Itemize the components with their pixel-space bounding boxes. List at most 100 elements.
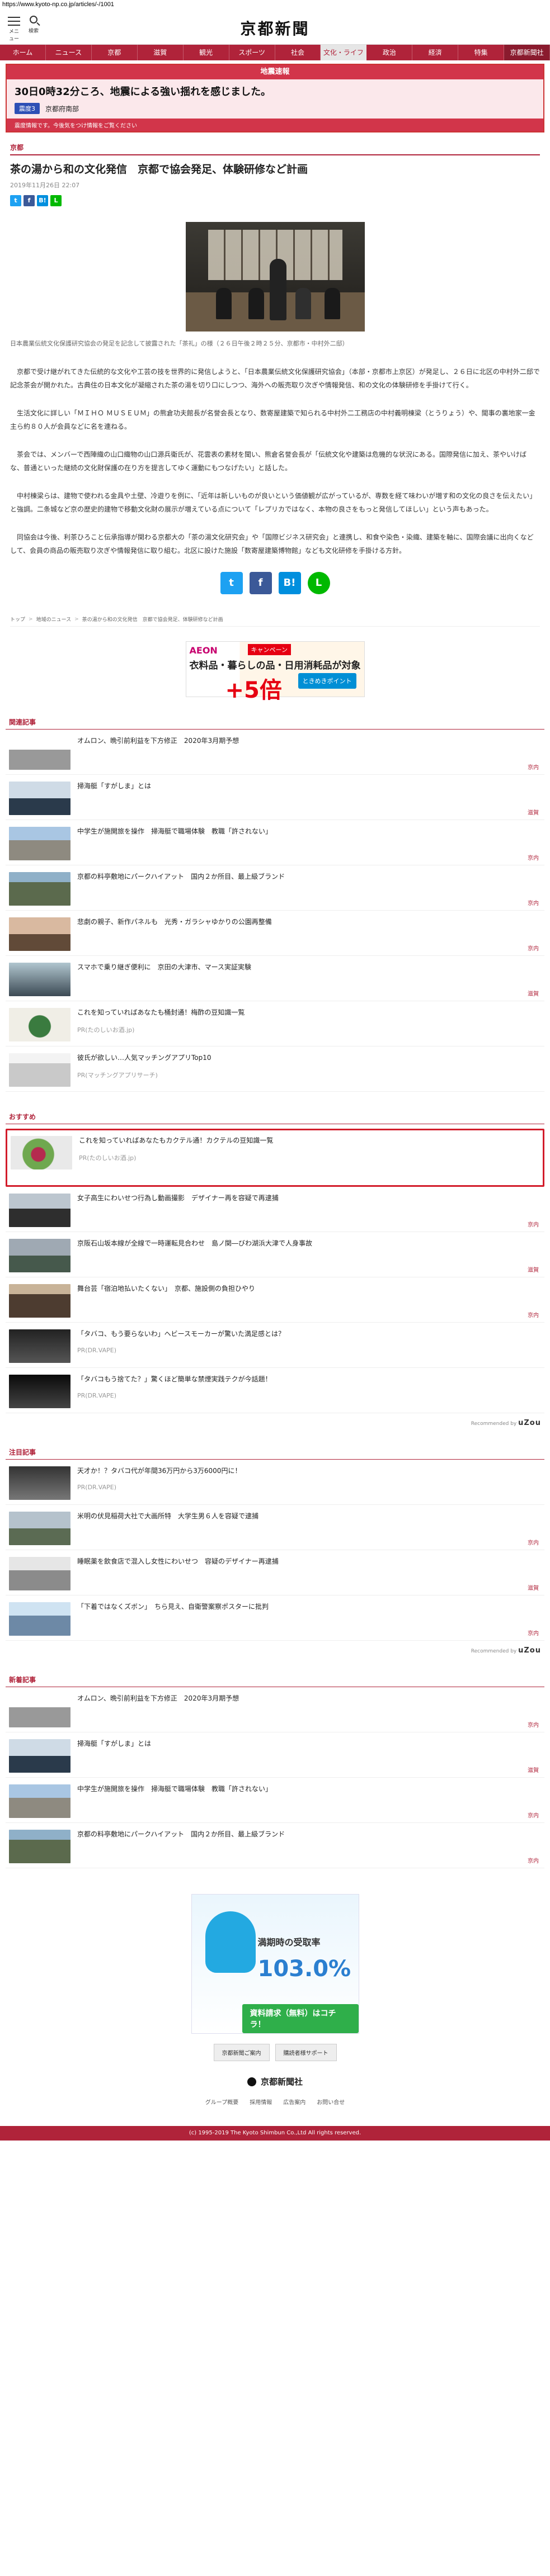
list-item[interactable]: 睡眠薬を飲食店で混入し女性にわいせつ 容疑のデザイナー再逮捕 滋賀 — [6, 1550, 544, 1596]
site-logo[interactable]: 京都新聞 — [0, 17, 550, 39]
item-category: 京内 — [528, 901, 539, 907]
item-title: オムロン、晩引前利益を下方修正 2020年3月期予想 — [77, 1694, 239, 1703]
list-item[interactable]: 中学生が施開旅を操作 掃海艇で職場体験 教職「許されない」 京内 — [6, 1778, 544, 1824]
nav-item-home[interactable]: ホーム — [0, 45, 46, 60]
uzou-logo: uZou — [518, 1419, 541, 1428]
list-item[interactable]: 「タバコもう捨てた？」驚くほど簡単な禁煙実践テクが今話題！ PR(DR.VAPE) — [6, 1368, 544, 1414]
breadcrumb-separator: > — [74, 616, 79, 622]
nav-item-company[interactable]: 京都新聞社 — [504, 45, 550, 60]
thumbnail — [9, 1375, 70, 1409]
thumbnail — [9, 782, 70, 816]
breadcrumb-item[interactable]: トップ — [10, 615, 25, 623]
nav-item-economy[interactable]: 経済 — [412, 45, 459, 60]
list-item[interactable]: これを知っていればあなたも桶封通！梅酢の豆知識一覧 PR(たのしいお酒.jp) — [6, 1001, 544, 1047]
thumbnail — [9, 1053, 70, 1087]
thumbnail — [9, 1557, 70, 1591]
nav-item-sports[interactable]: スポーツ — [229, 45, 275, 60]
item-title: スマホで乗り継ぎ便利に 京田の大津市、マース実証実験 — [77, 963, 252, 972]
twitter-share-button[interactable]: t — [220, 572, 243, 595]
line-share-icon[interactable]: L — [50, 195, 62, 206]
list-item[interactable]: 「タバコ、もう要らないわ」ヘビースモーカーが驚いた満足感とは？ PR(DR.VAP… — [6, 1323, 544, 1368]
list-item[interactable]: 掃海艇「すがしま」とは 滋賀 — [6, 775, 544, 821]
list-item[interactable]: 京阪石山坂本線が全線で一時運転見合わせ 島ノ関―びわ湖浜大津で人身事故 滋賀 — [6, 1232, 544, 1278]
thumbnail — [9, 1239, 70, 1273]
recommended-by[interactable]: Recommended by uZou — [6, 1641, 544, 1655]
related-section: 関連記事 オムロン、晩引前利益を下方修正 2020年3月期予想 京内 掃海艇「すが… — [6, 717, 544, 1092]
list-item[interactable]: 京都の料亭敷地にパークハイアット 国内２か所目、最上級ブランド 京内 — [6, 865, 544, 911]
breaking-meta: 震度3 京都府南部 — [15, 103, 535, 114]
item-category: 京内 — [528, 1858, 539, 1865]
breaking-headline: 30日0時32分ころ、地震による強い揺れを感じました。 — [15, 86, 271, 98]
insurance-ad[interactable]: 満期時の受取率 103.0% 資料請求（無料）はコチラ！ — [191, 1894, 359, 2034]
article-paragraph: 茶会では、メンバーで西陣織の山口織物の山口源兵衛氏が、花雲表の素材を聞い、熊倉名… — [10, 451, 527, 472]
list-item[interactable]: スマホで乗り継ぎ便利に 京田の大津市、マース実証実験 滋賀 — [6, 956, 544, 1002]
list-item[interactable]: オムロン、晩引前利益を下方修正 2020年3月期予想 京内 — [6, 730, 544, 775]
item-title: オムロン、晩引前利益を下方修正 2020年3月期予想 — [77, 737, 239, 745]
recommend-section: おすすめ これを知っていればあなたもカクテル通！カクテルの豆知識一覧 PR(たの… — [6, 1112, 544, 1427]
list-item[interactable]: 京都の料亭敷地にパークハイアット 国内２か所目、最上級ブランド 京内 — [6, 1823, 544, 1869]
thumbnail — [9, 1194, 70, 1228]
breadcrumb-item[interactable]: 地域のニュース — [36, 615, 72, 623]
footer-link[interactable]: 広告案内 — [283, 2097, 305, 2106]
list-item[interactable]: 「下着ではなくズボン」 ちら見え、自衛警案察ポスターに批判 京内 — [6, 1595, 544, 1641]
list-item[interactable]: 舞台芸「宿泊地払いたくない」 京都、施設側の負担ひやり 京内 — [6, 1277, 544, 1323]
breaking-title: 地震速報 — [7, 65, 543, 79]
list-item[interactable]: 女子高生にわいせつ行為し動画撮影 デザイナー再を容疑で再逮捕 京内 — [6, 1187, 544, 1233]
twitter-share-icon[interactable]: t — [10, 195, 21, 206]
footer-link[interactable]: グループ概要 — [205, 2097, 238, 2106]
list-item[interactable]: 彼氏が欲しい…人気マッチングアプリTop10 PR(マッチングアプリサーチ) — [6, 1046, 544, 1092]
highlighted-item[interactable]: これを知っていればあなたもカクテル通！カクテルの豆知識一覧 PR(たのしいお酒.… — [6, 1129, 544, 1187]
footer-logo[interactable]: 京都新聞社 — [0, 2076, 550, 2087]
list-item[interactable]: 中学生が施開旅を操作 掃海艇で職場体験 教職「許されない」 京内 — [6, 820, 544, 866]
breadcrumb-item: 茶の湯から和の文化発信 京都で協会発足、体験研修など計画 — [82, 617, 223, 623]
hatena-share-icon[interactable]: B! — [37, 195, 48, 206]
thumbnail — [9, 1830, 70, 1864]
list-item[interactable]: 天才か！？タバコ代が年間36万円から3万6000円に！ PR(DR.VAPE) — [6, 1460, 544, 1505]
article-date: 2019年11月26日 22:07 — [10, 181, 80, 189]
thumbnail — [9, 1602, 70, 1636]
nav-item-kyoto[interactable]: 京都 — [92, 45, 138, 60]
breaking-news-box[interactable]: 地震速報 30日0時32分ころ、地震による強い揺れを感じました。 震度3 京都府… — [6, 64, 544, 132]
article-title: 茶の湯から和の文化発信 京都で協会発足、体験研修など計画 — [10, 163, 308, 176]
hatena-share-button[interactable]: B! — [278, 572, 301, 595]
item-category: 京内 — [528, 855, 539, 862]
facebook-share-icon[interactable]: f — [23, 195, 35, 206]
nav-item-tourism[interactable]: 観光 — [184, 45, 229, 60]
thumbnail — [9, 827, 70, 861]
nav-item-society[interactable]: 社会 — [275, 45, 321, 60]
support-button[interactable]: 購読者様サポート — [275, 2044, 337, 2062]
item-pr: PR(マッチングアプリサーチ) — [77, 1071, 158, 1079]
thumbnail — [9, 1512, 70, 1546]
footer-link[interactable]: お問い合せ — [317, 2097, 345, 2106]
list-item[interactable]: 悲劇の親子、新作パネルも 光秀・ガラシャゆかりの公園再整備 京内 — [6, 911, 544, 956]
nav-item-features[interactable]: 特集 — [458, 45, 505, 60]
nav-item-news[interactable]: ニュース — [46, 45, 92, 60]
line-share-button[interactable]: L — [307, 572, 330, 595]
list-item[interactable]: 掃海艇「すがしま」とは 滋賀 — [6, 1732, 544, 1778]
nav-item-culture[interactable]: 文化・ライフ — [321, 45, 367, 60]
nav-item-shiga[interactable]: 滋賀 — [138, 45, 184, 60]
nav-item-politics[interactable]: 政治 — [366, 45, 413, 60]
uzou-logo: uZou — [518, 1646, 541, 1655]
thumbnail — [9, 1329, 70, 1363]
aeon-ad-banner[interactable]: AEON キャンペーン 衣料品・暮らしの品・日用消耗品が対象 +5倍 ときめきポ… — [185, 641, 365, 703]
recommended-by[interactable]: Recommended by uZou — [6, 1413, 544, 1427]
item-category: 京内 — [528, 1631, 539, 1637]
item-title: これを知っていればあなたも桶封通！梅酢の豆知識一覧 — [77, 1008, 245, 1017]
item-category: 京内 — [528, 1540, 539, 1547]
ad-rate: 103.0% — [257, 1956, 351, 1982]
facebook-share-button[interactable]: f — [249, 572, 272, 595]
list-item[interactable]: オムロン、晩引前利益を下方修正 2020年3月期予想 京内 — [6, 1687, 544, 1733]
article-category[interactable]: 京都 — [10, 143, 540, 155]
article-photo[interactable] — [185, 221, 365, 332]
footer-link[interactable]: 採用情報 — [250, 2097, 272, 2106]
item-title: これを知っていればあなたもカクテル通！カクテルの豆知識一覧 — [79, 1137, 274, 1145]
ad-cta-button[interactable]: 資料請求（無料）はコチラ！ — [242, 2004, 359, 2034]
footer-logo-text: 京都新聞社 — [260, 2077, 303, 2087]
list-item[interactable]: 米明の伏見稲荷大社で大画所特 大学生男６人を容疑で逮捕 京内 — [6, 1505, 544, 1551]
thumbnail — [9, 736, 70, 770]
breaking-body: 30日0時32分ころ、地震による強い揺れを感じました。 震度3 京都府南部 — [7, 79, 543, 119]
item-category: 滋賀 — [528, 1585, 539, 1592]
photo-person — [248, 287, 264, 319]
info-button[interactable]: 京都新聞ご案内 — [213, 2044, 270, 2062]
